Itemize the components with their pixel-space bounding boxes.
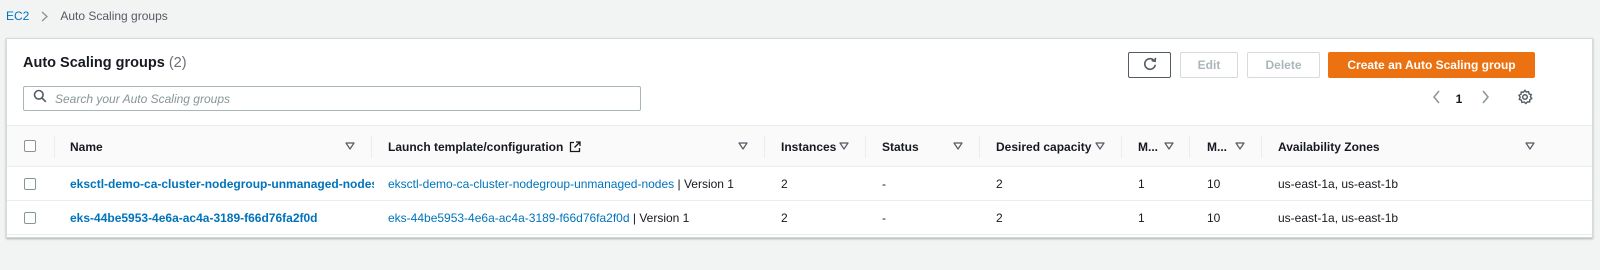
min-cell: 1 xyxy=(1138,177,1145,191)
desired-capacity-cell: 2 xyxy=(996,211,1003,225)
column-header-status[interactable]: Status xyxy=(882,126,919,168)
edit-button[interactable]: Edit xyxy=(1180,52,1238,78)
chevron-right-icon xyxy=(39,9,49,23)
asg-name-link[interactable]: eks-44be5953-4e6a-ac4a-3189-f66d76fa2f0d xyxy=(70,211,318,225)
previous-page-button[interactable] xyxy=(1427,89,1445,109)
column-divider xyxy=(764,136,765,158)
max-cell: 10 xyxy=(1207,177,1221,191)
breadcrumb: EC2 Auto Scaling groups xyxy=(6,9,168,23)
panel-title-text: Auto Scaling groups xyxy=(23,55,165,71)
availability-zones-cell: us-east-1a, us-east-1b xyxy=(1278,211,1399,225)
caret-down-icon[interactable] xyxy=(1524,140,1536,152)
column-header-launch-template-label: Launch template/configuration xyxy=(388,140,564,154)
row-select-checkbox[interactable] xyxy=(24,178,36,190)
launch-template-version: | Version 1 xyxy=(674,177,734,191)
caret-down-icon[interactable] xyxy=(1163,140,1175,152)
max-cell: 10 xyxy=(1207,211,1221,225)
page-number-button[interactable]: 1 xyxy=(1450,89,1468,109)
chevron-left-icon xyxy=(1432,90,1441,109)
column-divider xyxy=(1261,136,1262,158)
column-header-max[interactable]: M... xyxy=(1207,126,1227,168)
desired-capacity-cell: 2 xyxy=(996,177,1003,191)
chevron-right-icon xyxy=(1481,90,1490,109)
status-cell: - xyxy=(882,211,886,225)
table-header: Name Launch template/configuration Insta… xyxy=(7,125,1592,167)
caret-down-icon[interactable] xyxy=(737,140,749,152)
column-header-launch-template[interactable]: Launch template/configuration xyxy=(388,126,581,168)
caret-down-icon[interactable] xyxy=(1234,140,1246,152)
search-box xyxy=(23,86,641,111)
search-icon xyxy=(33,89,47,108)
caret-down-icon[interactable] xyxy=(952,140,964,152)
min-cell: 1 xyxy=(1138,211,1145,225)
refresh-button[interactable] xyxy=(1128,52,1171,78)
breadcrumb-current: Auto Scaling groups xyxy=(60,9,168,23)
column-divider xyxy=(979,136,980,158)
auto-scaling-groups-table: Name Launch template/configuration Insta… xyxy=(7,125,1592,235)
column-header-name[interactable]: Name xyxy=(70,126,103,168)
group-count: (2) xyxy=(168,55,187,71)
breadcrumb-ec2-link[interactable]: EC2 xyxy=(6,9,29,23)
delete-button[interactable]: Delete xyxy=(1247,52,1320,78)
launch-template-link[interactable]: eks-44be5953-4e6a-ac4a-3189-f66d76fa2f0d xyxy=(388,211,630,225)
caret-down-icon[interactable] xyxy=(344,140,356,152)
column-divider xyxy=(865,136,866,158)
preferences-button[interactable] xyxy=(1515,89,1535,109)
launch-template-link[interactable]: eksctl-demo-ca-cluster-nodegroup-unmanag… xyxy=(388,177,674,191)
caret-down-icon[interactable] xyxy=(1094,140,1106,152)
status-cell: - xyxy=(882,177,886,191)
instances-cell: 2 xyxy=(781,211,788,225)
caret-down-icon[interactable] xyxy=(838,140,850,152)
column-divider xyxy=(371,136,372,158)
launch-template-version: | Version 1 xyxy=(629,211,690,225)
page-title: Auto Scaling groups (2) xyxy=(23,55,187,71)
instances-cell: 2 xyxy=(781,177,788,191)
column-header-desired-capacity[interactable]: Desired capacity xyxy=(996,126,1091,168)
row-select-checkbox[interactable] xyxy=(24,212,36,224)
column-divider xyxy=(1121,136,1122,158)
column-header-min[interactable]: M... xyxy=(1138,126,1158,168)
refresh-icon xyxy=(1142,56,1158,75)
auto-scaling-groups-panel: Auto Scaling groups (2) Edit Delete Crea… xyxy=(6,38,1593,238)
asg-name-link[interactable]: eksctl-demo-ca-cluster-nodegroup-unmanag… xyxy=(70,177,374,191)
table-row[interactable]: eksctl-demo-ca-cluster-nodegroup-unmanag… xyxy=(7,167,1592,201)
gear-icon xyxy=(1517,89,1533,110)
column-header-instances[interactable]: Instances xyxy=(781,126,836,168)
column-divider xyxy=(54,136,55,158)
availability-zones-cell: us-east-1a, us-east-1b xyxy=(1278,177,1399,191)
create-auto-scaling-group-button[interactable]: Create an Auto Scaling group xyxy=(1328,52,1535,78)
next-page-button[interactable] xyxy=(1476,89,1494,109)
search-input[interactable] xyxy=(55,91,615,106)
column-divider xyxy=(1189,136,1190,158)
external-link-icon xyxy=(569,141,581,153)
table-row[interactable]: eks-44be5953-4e6a-ac4a-3189-f66d76fa2f0d… xyxy=(7,201,1592,235)
column-header-availability-zones[interactable]: Availability Zones xyxy=(1278,126,1380,168)
select-all-checkbox[interactable] xyxy=(24,140,36,152)
